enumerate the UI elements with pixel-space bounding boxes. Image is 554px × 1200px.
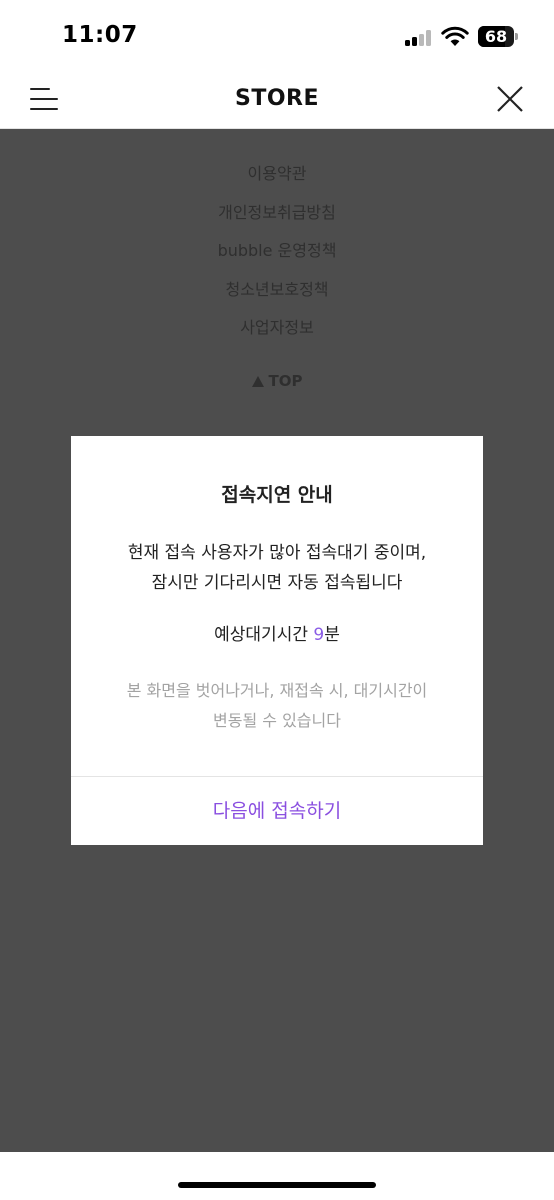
close-icon[interactable] [495,84,525,114]
estimated-wait-time: 예상대기시간 9분 [71,620,483,645]
footer-link-privacy[interactable]: 개인정보취급방침 [0,199,554,238]
hamburger-menu-icon[interactable] [30,86,58,112]
cellular-signal-icon [405,30,433,46]
status-bar: 11:07 68 [0,0,554,72]
dialog-message-line2: 잠시만 기다리시면 자동 접속됩니다 [151,573,403,593]
scroll-top-label: TOP [268,372,303,390]
home-indicator-area [0,1152,554,1200]
dialog-note-line2: 변동될 수 있습니다 [213,711,341,730]
footer-link-business[interactable]: 사업자정보 [0,314,554,353]
scroll-top-link[interactable]: TOP [0,372,554,390]
app-header: STORE [0,72,554,129]
screen: 11:07 68 STORE 이용약관 개인정보취급방침 bubble 운영정책… [0,0,554,1200]
connection-delay-dialog: 접속지연 안내 현재 접속 사용자가 많아 접속대기 중이며, 잠시만 기다리시… [71,436,483,845]
battery-percent: 68 [484,27,508,46]
dialog-title: 접속지연 안내 [221,484,333,506]
dialog-message: 현재 접속 사용자가 많아 접속대기 중이며, 잠시만 기다리시면 자동 접속됩… [71,538,483,598]
connect-later-button[interactable]: 다음에 접속하기 [71,777,483,845]
status-time: 11:07 [62,22,138,48]
dialog-message-line1: 현재 접속 사용자가 많아 접속대기 중이며, [127,543,427,563]
dialog-note-line1: 본 화면을 벗어나거나, 재접속 시, 대기시간이 [126,681,428,700]
wait-time-value: 9 [313,625,325,645]
triangle-up-icon [251,376,264,387]
dialog-note: 본 화면을 벗어나거나, 재접속 시, 대기시간이 변동될 수 있습니다 [71,676,483,736]
footer-links: 이용약관 개인정보취급방침 bubble 운영정책 청소년보호정책 사업자정보 [0,160,554,353]
page-title: STORE [234,86,320,111]
wait-time-label: 예상대기시간 [214,625,314,645]
wait-time-unit: 분 [324,625,340,645]
footer-link-policy[interactable]: bubble 운영정책 [0,237,554,276]
footer-link-youth[interactable]: 청소년보호정책 [0,276,554,315]
battery-icon: 68 [478,26,518,47]
footer-link-terms[interactable]: 이용약관 [0,160,554,199]
home-indicator[interactable] [178,1182,376,1188]
wifi-icon [441,26,469,46]
